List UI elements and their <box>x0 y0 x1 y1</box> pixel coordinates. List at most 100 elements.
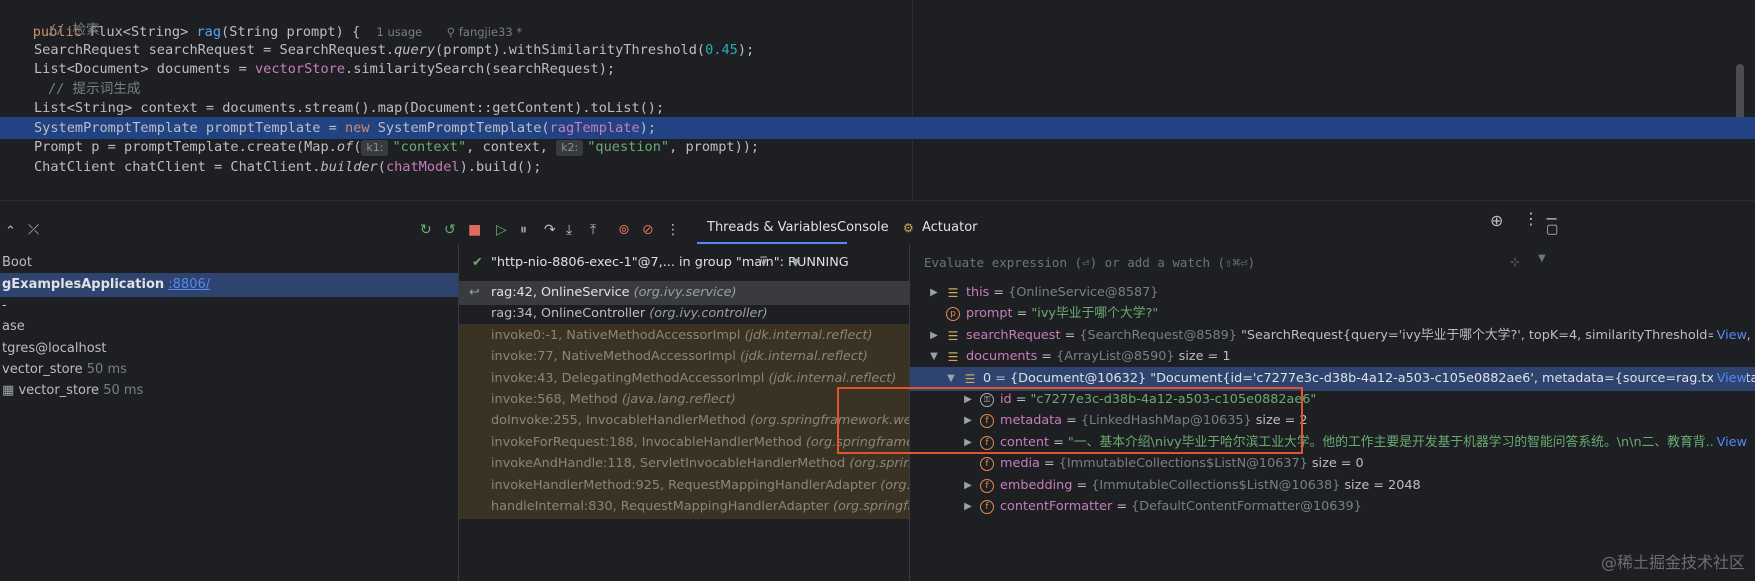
chevron-down-icon[interactable]: ▼ <box>1538 253 1546 264</box>
variable-type: {DefaultContentFormatter@10639} <box>1131 499 1362 514</box>
code-line-1: public Flux<String> rag(String prompt) {… <box>0 0 1755 40</box>
view-breakpoints-icon[interactable]: ⊚ <box>618 222 630 238</box>
variable-text: embedding = {ImmutableCollections$ListN@… <box>1000 474 1421 498</box>
variable-row[interactable]: ▶ f embedding = {ImmutableCollections$List… <box>910 474 1755 498</box>
tab-threads-variables[interactable]: Threads & Variables <box>696 213 848 244</box>
variable-name: searchRequest <box>966 327 1061 343</box>
step-out-icon[interactable]: ⤒ <box>590 222 596 238</box>
code-text: ).build(); <box>459 159 542 175</box>
frame-method: invoke:77, NativeMethodAccessorImpl <box>491 349 736 365</box>
code-text: SystemPromptTemplate promptTemplate = <box>34 120 345 136</box>
object-icon: ☰ <box>947 328 959 343</box>
field-ref: ragTemplate <box>549 120 640 136</box>
variable-type: {OnlineService@8587} <box>1008 285 1159 300</box>
frame-method: rag:34, OnlineController <box>491 306 646 322</box>
step-into-icon[interactable]: ⤓ <box>566 222 572 238</box>
variable-text: media = {ImmutableCollections$ListN@1063… <box>1000 452 1364 476</box>
code-editor[interactable]: public Flux<String> rag(String prompt) {… <box>0 0 1755 200</box>
stack-frame[interactable]: invokeAndHandle:118, ServletInvocableHan… <box>459 452 909 477</box>
author-name: fangjie33 * <box>458 25 523 39</box>
frame-package: (org.sp <box>880 477 909 493</box>
chevron-right-icon[interactable]: ▶ <box>962 495 974 519</box>
code-text: , context, <box>466 139 557 155</box>
param-hint: k1: <box>361 140 389 156</box>
add-watch-icon[interactable]: ⊹ <box>1510 255 1520 269</box>
view-link[interactable]: View <box>1712 323 1747 348</box>
chevron-down-icon[interactable]: ▼ <box>792 251 800 275</box>
tree-item-table[interactable]: ▦ vector_store 50 ms <box>2 379 143 403</box>
usages-lens[interactable]: 1 usage <box>377 25 423 39</box>
variable-row[interactable]: f media = {ImmutableCollections$ListN@106… <box>910 452 1755 476</box>
tab-actuator[interactable]: Actuator <box>922 213 978 243</box>
filter-icon[interactable]: ⊽ <box>759 251 768 275</box>
tree-item-database[interactable]: ase <box>2 315 25 339</box>
variable-text: documents = {ArrayList@8590} size = 1 <box>966 345 1230 369</box>
parameter-icon: p <box>946 307 960 322</box>
variable-row[interactable]: ▼ ☰ documents = {ArrayList@8590} size = 1 <box>910 345 1755 369</box>
variable-name: media <box>1000 456 1040 472</box>
equals-sign: = <box>991 370 1011 386</box>
frame-method: invokeHandlerMethod:925, RequestMappingH… <box>491 477 877 493</box>
chevron-right-icon[interactable]: ▶ <box>928 281 940 305</box>
frame-package: (org.ivy.service) <box>633 285 737 300</box>
highlight-annotation-box <box>837 387 1303 454</box>
stack-frame[interactable]: handleInternal:830, RequestMappingHandle… <box>459 495 909 519</box>
step-over-icon[interactable]: ↷ <box>544 222 556 238</box>
more-options-icon[interactable]: ⋮ <box>1523 209 1539 228</box>
port-link[interactable]: :8806/ <box>168 277 210 292</box>
variable-name: embedding <box>1000 477 1073 493</box>
pause-icon[interactable]: ⏸ <box>520 222 527 238</box>
variable-row[interactable]: ▶ ☰ this = {OnlineService@8587} <box>910 281 1755 305</box>
variable-name: 0 <box>983 370 992 386</box>
restart-icon[interactable]: ↺ <box>444 222 456 238</box>
stack-frame[interactable]: rag:34, OnlineController (org.ivy.contro… <box>459 302 909 326</box>
code-text: (prompt).withSimilarityThreshold( <box>435 42 706 58</box>
stack-frame[interactable]: invoke:77, NativeMethodAccessorImpl (jdk… <box>459 345 909 370</box>
variable-type: {ImmutableCollections$ListN@10638} <box>1091 477 1341 493</box>
variable-value: "Document{id='c7277e3c-d38b-4a12-a503-c1… <box>1150 370 1755 386</box>
target-icon[interactable]: ⊕ <box>1490 211 1503 230</box>
variable-name: this <box>966 285 990 300</box>
variable-row[interactable]: ▶ f contentFormatter = {DefaultContentForm… <box>910 495 1755 519</box>
method-params: (String prompt) { <box>221 24 361 40</box>
variable-text: searchRequest = {SearchRequest@8589} "Se… <box>966 324 1755 348</box>
frame-package: (jdk.internal.reflect) <box>744 327 873 343</box>
thread-selector[interactable]: ✔ "http-nio-8806-exec-1"@7,... in group … <box>459 251 909 275</box>
author-lens[interactable]: ⚲ fangjie33 * <box>447 25 522 39</box>
expand-all-icon[interactable]: ⌃ <box>5 224 16 239</box>
collapse-all-icon[interactable]: ⤫ <box>28 222 39 238</box>
more-icon[interactable]: ⋮ <box>666 222 680 238</box>
stop-icon[interactable]: ■ <box>468 222 481 238</box>
variable-name: contentFormatter <box>1000 499 1113 514</box>
stack-frame[interactable]: invoke0:-1, NativeMethodAccessorImpl (jd… <box>459 323 909 348</box>
variable-row[interactable]: ▶ ☰ searchRequest = {SearchRequest@8589} "… <box>910 323 1755 348</box>
variable-text: prompt = "ivy毕业于哪个大学?" <box>966 302 1158 326</box>
layout-icon[interactable]: ▢ <box>1546 222 1558 237</box>
string-literal: "context" <box>392 139 467 155</box>
view-link[interactable]: View <box>1712 366 1747 391</box>
code-text: SystemPromptTemplate( <box>369 120 550 136</box>
evaluate-expression-input[interactable]: Evaluate expression (⏎) or add a watch (… <box>924 251 1255 275</box>
variable-row[interactable]: p prompt = "ivy毕业于哪个大学?" <box>910 302 1755 326</box>
resume-icon[interactable]: ▷ <box>496 222 507 238</box>
variable-value: size = 2048 <box>1344 477 1421 493</box>
mute-breakpoints-icon[interactable]: ⊘ <box>642 222 654 238</box>
tab-console[interactable]: Console <box>837 213 889 243</box>
code-text: , prompt)); <box>669 139 760 155</box>
method-name: rag <box>196 24 222 40</box>
chevron-right-icon[interactable]: ▶ <box>962 474 974 498</box>
stack-frame[interactable]: invokeHandlerMethod:925, RequestMappingH… <box>459 473 909 498</box>
tree-item-boot[interactable]: Boot <box>2 251 32 275</box>
equals-sign: = <box>989 285 1009 300</box>
code-text: ); <box>737 42 755 58</box>
view-link[interactable]: View <box>1712 430 1747 455</box>
stack-frame[interactable]: ↩ rag:42, OnlineService (org.ivy.service) <box>459 281 909 305</box>
static-method: builder <box>320 159 378 175</box>
rerun-icon[interactable]: ↻ <box>420 222 432 238</box>
tree-item-application[interactable]: gExamplesApplication :8806/ <box>0 273 458 297</box>
field-icon: f <box>980 457 994 472</box>
chevron-down-icon[interactable]: ▼ <box>928 345 940 369</box>
code-line-8: Prompt p = promptTemplate.create(Map.of(… <box>34 136 759 158</box>
chevron-right-icon[interactable]: ▶ <box>928 324 940 348</box>
frame-package: (org.springfra <box>849 456 909 472</box>
